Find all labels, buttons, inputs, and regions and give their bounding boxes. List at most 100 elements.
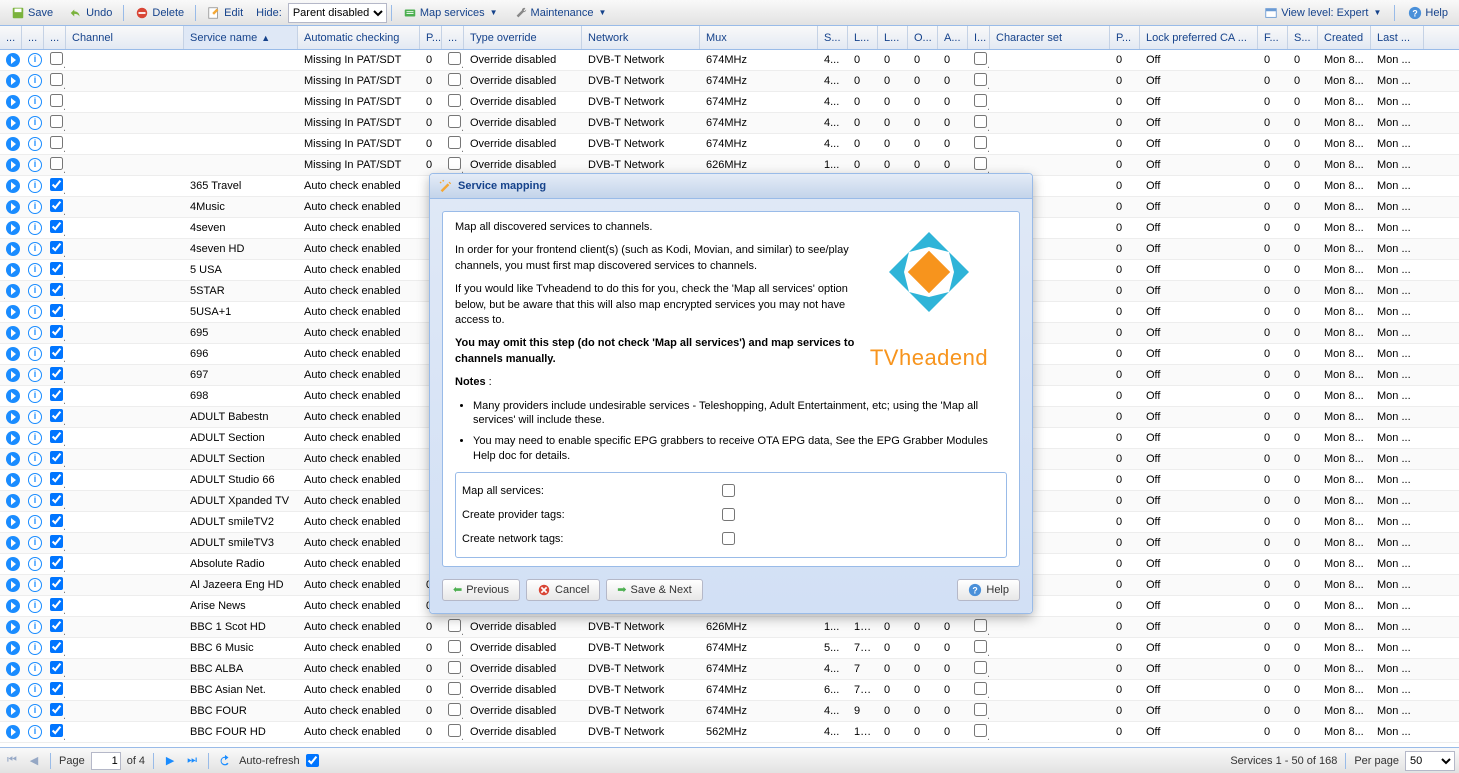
play-button[interactable] — [6, 431, 20, 445]
save-button[interactable]: Save — [4, 3, 60, 23]
col-network[interactable]: Network — [582, 26, 700, 49]
play-button[interactable] — [6, 221, 20, 235]
enabled-checkbox[interactable] — [50, 94, 63, 107]
play-button[interactable] — [6, 641, 20, 655]
col-s5[interactable]: A... — [938, 26, 968, 49]
col-play[interactable]: ... — [0, 26, 22, 49]
enabled-checkbox[interactable] — [50, 283, 63, 296]
info-button[interactable]: i — [28, 116, 42, 130]
info-button[interactable]: i — [28, 284, 42, 298]
enabled-checkbox[interactable] — [50, 136, 63, 149]
play-button[interactable] — [6, 158, 20, 172]
enabled-checkbox[interactable] — [50, 682, 63, 695]
info-button[interactable]: i — [28, 452, 42, 466]
enabled-checkbox[interactable] — [50, 346, 63, 359]
col-s1[interactable]: S... — [818, 26, 848, 49]
col-info[interactable]: ... — [22, 26, 44, 49]
enabled-checkbox[interactable] — [50, 514, 63, 527]
edit-button[interactable]: Edit — [200, 3, 250, 23]
enabled-checkbox[interactable] — [50, 241, 63, 254]
play-button[interactable] — [6, 368, 20, 382]
info-button[interactable]: i — [28, 74, 42, 88]
enabled-checkbox[interactable] — [50, 409, 63, 422]
info-button[interactable]: i — [28, 620, 42, 634]
info-button[interactable]: i — [28, 473, 42, 487]
row-checkbox-2[interactable] — [448, 115, 461, 128]
col-f[interactable]: F... — [1258, 26, 1288, 49]
table-row[interactable]: iBBC 6 MusicAuto check enabled0Override … — [0, 638, 1459, 659]
col-lock[interactable]: Lock preferred CA ... — [1140, 26, 1258, 49]
play-button[interactable] — [6, 473, 20, 487]
row-checkbox-2[interactable] — [448, 661, 461, 674]
row-checkbox-3[interactable] — [974, 94, 987, 107]
enabled-checkbox[interactable] — [50, 472, 63, 485]
col-mux[interactable]: Mux — [700, 26, 818, 49]
play-button[interactable] — [6, 116, 20, 130]
play-button[interactable] — [6, 179, 20, 193]
row-checkbox-2[interactable] — [448, 724, 461, 737]
map-all-checkbox[interactable] — [722, 484, 735, 497]
info-button[interactable]: i — [28, 179, 42, 193]
enabled-checkbox[interactable] — [50, 367, 63, 380]
enabled-checkbox[interactable] — [50, 619, 63, 632]
info-button[interactable]: i — [28, 326, 42, 340]
col-type-override[interactable]: Type override — [464, 26, 582, 49]
info-button[interactable]: i — [28, 557, 42, 571]
info-button[interactable]: i — [28, 95, 42, 109]
enabled-checkbox[interactable] — [50, 388, 63, 401]
play-button[interactable] — [6, 137, 20, 151]
play-button[interactable] — [6, 95, 20, 109]
play-button[interactable] — [6, 494, 20, 508]
page-first-button[interactable]: ⏮ — [4, 753, 20, 769]
enabled-checkbox[interactable] — [50, 451, 63, 464]
play-button[interactable] — [6, 200, 20, 214]
enabled-checkbox[interactable] — [50, 178, 63, 191]
enabled-checkbox[interactable] — [50, 535, 63, 548]
enabled-checkbox[interactable] — [50, 52, 63, 65]
play-button[interactable] — [6, 662, 20, 676]
info-button[interactable]: i — [28, 515, 42, 529]
col-last[interactable]: Last ... — [1371, 26, 1424, 49]
play-button[interactable] — [6, 557, 20, 571]
play-button[interactable] — [6, 578, 20, 592]
info-button[interactable]: i — [28, 200, 42, 214]
col-created[interactable]: Created — [1318, 26, 1371, 49]
table-row[interactable]: iMissing In PAT/SDT0Override disabledDVB… — [0, 113, 1459, 134]
page-prev-button[interactable]: ◀ — [26, 753, 42, 769]
col-s3[interactable]: L... — [878, 26, 908, 49]
previous-button[interactable]: ⬅Previous — [442, 579, 520, 601]
hide-select[interactable]: Parent disabled — [288, 3, 387, 23]
info-button[interactable]: i — [28, 221, 42, 235]
col-s4[interactable]: O... — [908, 26, 938, 49]
row-checkbox-2[interactable] — [448, 157, 461, 170]
play-button[interactable] — [6, 725, 20, 739]
save-next-button[interactable]: ➡Save & Next — [606, 579, 702, 601]
play-button[interactable] — [6, 452, 20, 466]
enabled-checkbox[interactable] — [50, 430, 63, 443]
info-button[interactable]: i — [28, 389, 42, 403]
page-next-button[interactable]: ▶ — [162, 753, 178, 769]
info-button[interactable]: i — [28, 641, 42, 655]
col-service-name[interactable]: Service name▲ — [184, 26, 298, 49]
row-checkbox-2[interactable] — [448, 94, 461, 107]
enabled-checkbox[interactable] — [50, 220, 63, 233]
play-button[interactable] — [6, 347, 20, 361]
row-checkbox-3[interactable] — [974, 52, 987, 65]
row-checkbox-2[interactable] — [448, 136, 461, 149]
provider-tags-checkbox[interactable] — [722, 508, 735, 521]
help-button[interactable]: ?Help — [1401, 3, 1455, 23]
info-button[interactable]: i — [28, 410, 42, 424]
col-auto-check[interactable]: Automatic checking — [298, 26, 420, 49]
play-button[interactable] — [6, 704, 20, 718]
info-button[interactable]: i — [28, 158, 42, 172]
enabled-checkbox[interactable] — [50, 598, 63, 611]
enabled-checkbox[interactable] — [50, 115, 63, 128]
row-checkbox-3[interactable] — [974, 157, 987, 170]
dialog-help-button[interactable]: ?Help — [957, 579, 1020, 601]
play-button[interactable] — [6, 53, 20, 67]
row-checkbox-2[interactable] — [448, 73, 461, 86]
enabled-checkbox[interactable] — [50, 640, 63, 653]
info-button[interactable]: i — [28, 662, 42, 676]
enabled-checkbox[interactable] — [50, 493, 63, 506]
info-button[interactable]: i — [28, 368, 42, 382]
